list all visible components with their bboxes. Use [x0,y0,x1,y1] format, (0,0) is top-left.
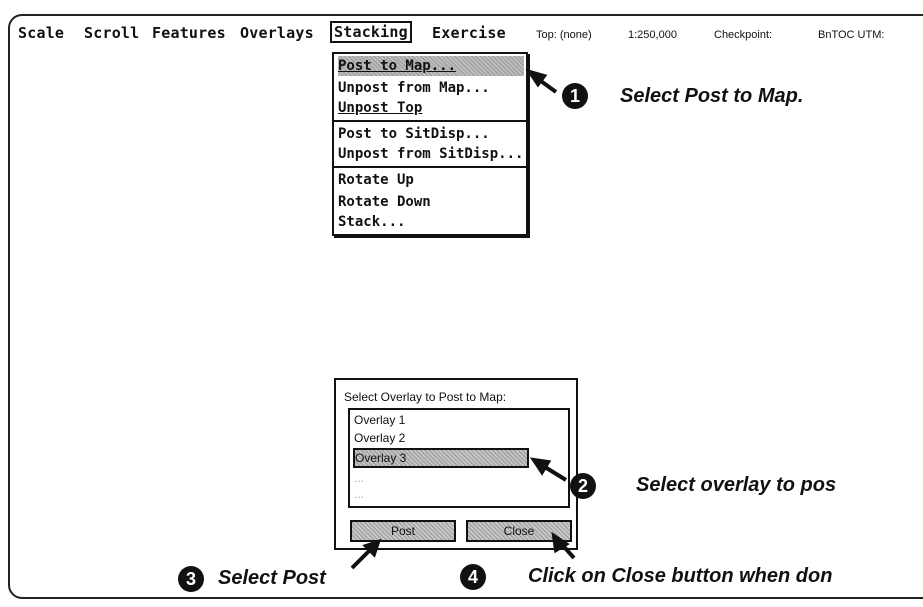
menu-item-rotate-up[interactable]: Rotate Up [338,170,524,190]
step1-number-badge: 1 [562,83,588,109]
overlay-list-item-selected[interactable]: Overlay 3 [353,448,529,468]
menu-bar: Scale Scroll Features Overlays Stacking … [0,0,923,50]
menu-item-stack[interactable]: Stack... [338,212,524,232]
step2-number-badge: 2 [570,473,596,499]
step3-callout: Select Post [218,567,326,589]
menu-item-unpost-top[interactable]: Unpost Top [338,98,524,118]
menu-exercise[interactable]: Exercise [432,24,506,42]
step4-callout: Click on Close button when don [528,565,833,587]
menu-stacking[interactable]: Stacking [330,21,412,43]
overlay-list-item[interactable]: Overlay 2 [354,430,530,446]
overlay-list-item-empty: ... [354,471,365,485]
overlay-list-item-empty: ... [354,487,365,501]
menu-features[interactable]: Features [152,24,226,42]
scale-status: 1:250,000 [628,29,677,41]
menu-item-rotate-down[interactable]: Rotate Down [338,192,524,212]
menu-item-post-to-map[interactable]: Post to Map... [338,56,524,76]
step3-number-badge: 3 [178,566,204,592]
dialog-title: Select Overlay to Post to Map: [344,390,507,404]
overlay-list-item[interactable]: Overlay 1 [354,412,530,428]
menu-overlays[interactable]: Overlays [240,24,314,42]
overlay-listbox[interactable]: Overlay 1 Overlay 2 Overlay 3 ... ... [348,408,570,508]
menu-separator [334,120,526,122]
close-button[interactable]: Close [466,520,572,542]
tutorial-screen: Scale Scroll Features Overlays Stacking … [0,0,923,607]
top-status: Top: (none) [536,29,592,41]
menu-item-post-to-sitdisp[interactable]: Post to SitDisp... [338,124,524,144]
bntoc-status: BnTOC UTM: [818,29,885,41]
step2-callout: Select overlay to pos [636,474,837,496]
menu-scale[interactable]: Scale [18,24,64,42]
menu-item-unpost-from-sitdisp[interactable]: Unpost from SitDisp... [338,144,524,164]
stacking-dropdown-menu: Post to Map... Unpost from Map... Unpost… [332,52,528,236]
checkpoint-status: Checkpoint: [714,29,773,41]
menu-item-unpost-from-map[interactable]: Unpost from Map... [338,78,524,98]
post-button[interactable]: Post [350,520,456,542]
menu-scroll[interactable]: Scroll [84,24,139,42]
select-overlay-dialog: Select Overlay to Post to Map: Overlay 1… [334,378,578,550]
step4-number-badge: 4 [460,564,486,590]
step1-callout: Select Post to Map. [620,85,804,107]
menu-separator [334,166,526,168]
